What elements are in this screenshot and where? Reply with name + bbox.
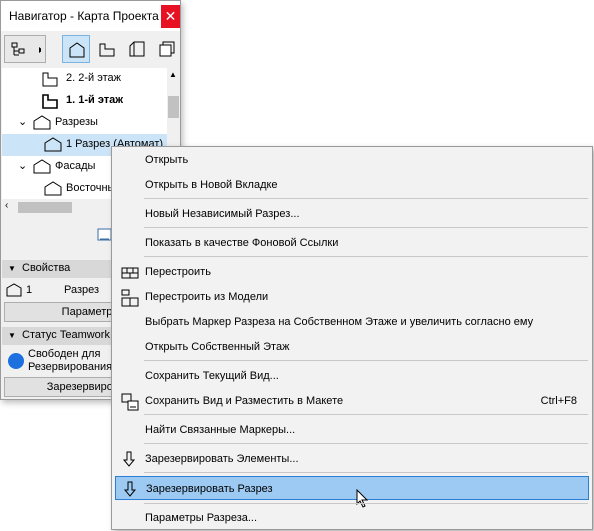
project-map-menu-button[interactable] bbox=[4, 35, 46, 63]
menu-item-open-new-tab[interactable]: Открыть в Новой Вкладке bbox=[115, 174, 589, 196]
menu-separator bbox=[144, 198, 588, 199]
menu-separator bbox=[144, 256, 588, 257]
scroll-up-icon[interactable]: ▲ bbox=[169, 70, 177, 79]
context-menu: Открыть Открыть в Новой Вкладке Новый Не… bbox=[111, 146, 593, 530]
teamwork-title: Статус Teamwork bbox=[22, 329, 110, 341]
close-button[interactable]: ✕ bbox=[161, 5, 180, 28]
chevron-down-icon[interactable]: ⌄ bbox=[18, 159, 27, 172]
menu-item-label: Перестроить bbox=[145, 266, 211, 278]
section-icon bbox=[6, 283, 22, 297]
tree-item-label: 2. 2-й этаж bbox=[66, 72, 121, 84]
tree-structure-icon bbox=[11, 42, 41, 56]
menu-item-new-independent-section[interactable]: Новый Независимый Разрез... bbox=[115, 203, 589, 225]
menu-item-reserve-elements[interactable]: Зарезервировать Элементы... bbox=[115, 448, 589, 470]
house-icon bbox=[69, 42, 85, 58]
tree-item-floor-1[interactable]: 1. 1-й этаж bbox=[2, 90, 167, 112]
status-dot-icon bbox=[8, 353, 24, 369]
menu-item-select-marker[interactable]: Выбрать Маркер Разреза на Собственном Эт… bbox=[115, 311, 589, 333]
menu-item-label: Зарезервировать Разрез bbox=[146, 483, 273, 495]
reserve-arrow-icon bbox=[123, 481, 137, 497]
teamwork-status-text: Свободен для Резервирования bbox=[28, 348, 113, 373]
menu-item-label: Открыть Собственный Этаж bbox=[145, 341, 290, 353]
menu-item-section-settings[interactable]: Параметры Разреза... bbox=[115, 507, 589, 529]
menu-separator bbox=[144, 227, 588, 228]
menu-item-label: Найти Связанные Маркеры... bbox=[145, 424, 296, 436]
section-icon bbox=[44, 137, 62, 152]
tree-folder-sections[interactable]: ⌄ Разрезы bbox=[2, 112, 167, 134]
tree-item-label: Разрезы bbox=[55, 116, 98, 128]
rebuild-icon bbox=[121, 267, 139, 279]
view-map-tab[interactable] bbox=[93, 35, 121, 63]
menu-item-open[interactable]: Открыть bbox=[115, 149, 589, 171]
menu-item-rebuild-from-model[interactable]: Перестроить из Модели bbox=[115, 286, 589, 308]
menu-item-reserve-section[interactable]: Зарезервировать Разрез bbox=[115, 476, 589, 508]
menu-separator bbox=[144, 360, 588, 361]
scroll-thumb[interactable] bbox=[168, 96, 179, 118]
elevation-icon bbox=[44, 181, 62, 196]
properties-title: Свойства bbox=[22, 262, 71, 274]
menu-item-open-home-story[interactable]: Открыть Собственный Этаж bbox=[115, 336, 589, 358]
menu-separator bbox=[144, 443, 588, 444]
menu-item-label: Открыть bbox=[145, 154, 189, 166]
chevron-down-icon[interactable]: ⌄ bbox=[18, 115, 27, 128]
menu-item-find-linked-markers[interactable]: Найти Связанные Маркеры... bbox=[115, 419, 589, 441]
menu-item-label: Сохранить Вид и Разместить в Макете bbox=[145, 395, 344, 407]
layout-book-icon bbox=[129, 41, 145, 57]
story-icon bbox=[42, 94, 58, 109]
scroll-thumb[interactable] bbox=[18, 202, 72, 213]
menu-separator bbox=[144, 472, 588, 473]
menu-item-label: Сохранить Текущий Вид... bbox=[145, 370, 279, 382]
navigator-toolbar bbox=[1, 32, 180, 68]
menu-item-label: Зарезервировать Элементы... bbox=[145, 453, 299, 465]
layout-book-tab[interactable] bbox=[123, 35, 151, 63]
reserve-arrow-icon bbox=[122, 451, 136, 467]
menu-item-show-as-trace[interactable]: Показать в качестве Фоновой Ссылки bbox=[115, 232, 589, 254]
collapse-triangle-icon: ▼ bbox=[8, 331, 16, 340]
menu-item-label: Перестроить из Модели bbox=[145, 291, 269, 303]
mouse-cursor-icon bbox=[356, 489, 369, 508]
menu-item-label: Показать в качестве Фоновой Ссылки bbox=[145, 237, 339, 249]
scroll-left-icon[interactable]: ‹ bbox=[5, 200, 8, 211]
elevation-icon bbox=[33, 159, 51, 174]
menu-item-label: Открыть в Новой Вкладке bbox=[145, 179, 278, 191]
tree-item-floor-2[interactable]: 2. 2-й этаж bbox=[2, 68, 167, 90]
tree-item-label: 1. 1-й этаж bbox=[66, 94, 124, 106]
collapse-triangle-icon: ▼ bbox=[8, 264, 16, 273]
properties-name: Разрез bbox=[64, 284, 100, 296]
menu-item-label: Параметры Разреза... bbox=[145, 512, 258, 524]
section-icon bbox=[33, 115, 51, 130]
menu-item-save-view-place-in-layout[interactable]: Сохранить Вид и Разместить в Макете Ctrl… bbox=[115, 390, 589, 412]
menu-item-label: Выбрать Маркер Разреза на Собственном Эт… bbox=[145, 316, 534, 328]
menu-separator bbox=[144, 503, 588, 504]
menu-item-shortcut: Ctrl+F8 bbox=[540, 395, 577, 407]
properties-id: 1 bbox=[26, 284, 33, 296]
publisher-icon bbox=[159, 41, 175, 57]
title-bar[interactable]: Навигатор - Карта Проекта ✕ bbox=[1, 1, 180, 31]
window-title: Навигатор - Карта Проекта bbox=[9, 9, 159, 23]
menu-separator bbox=[144, 414, 588, 415]
menu-item-rebuild[interactable]: Перестроить bbox=[115, 261, 589, 283]
view-icon bbox=[99, 43, 115, 57]
save-view-layout-icon bbox=[121, 393, 139, 411]
menu-item-save-current-view[interactable]: Сохранить Текущий Вид... bbox=[115, 365, 589, 387]
story-icon bbox=[42, 72, 58, 87]
project-map-tab[interactable] bbox=[62, 35, 90, 63]
tree-item-label: Фасады bbox=[55, 160, 96, 172]
menu-item-label: Новый Независимый Разрез... bbox=[145, 208, 300, 220]
rebuild-from-model-icon bbox=[121, 289, 139, 307]
publisher-sets-tab[interactable] bbox=[153, 35, 181, 63]
